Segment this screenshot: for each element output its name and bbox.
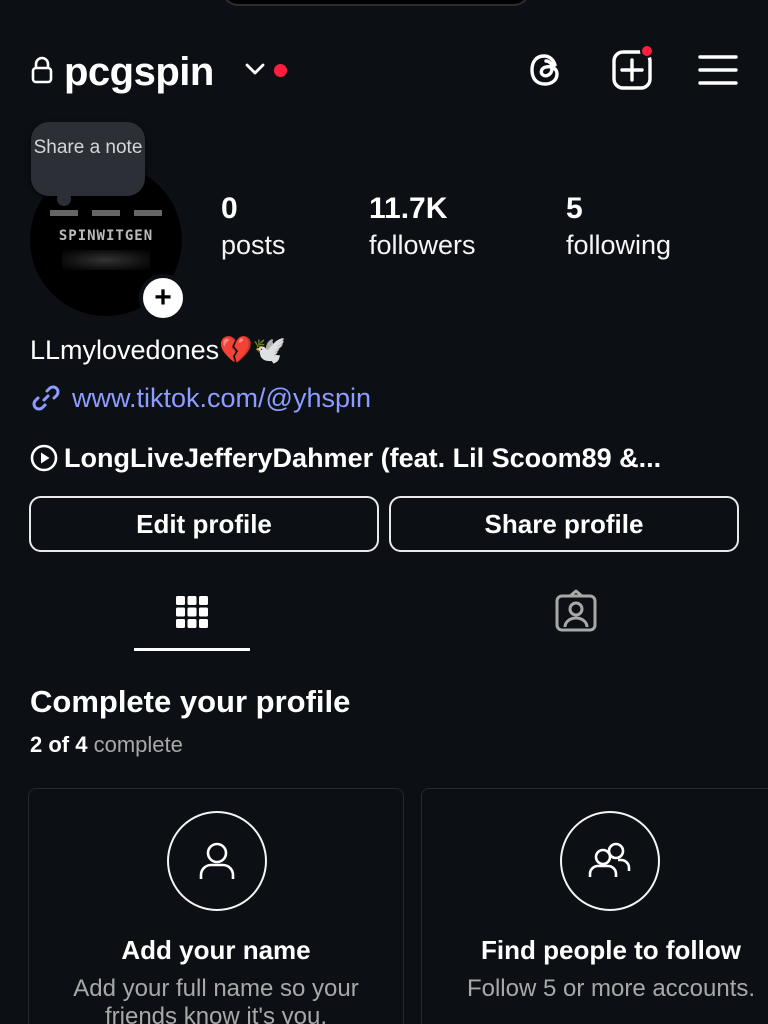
card-title: Find people to follow: [481, 935, 741, 965]
avatar-decoration: [62, 250, 150, 270]
avatar-text: SPINWITGEN: [58, 228, 154, 244]
profile-music[interactable]: LongLiveJefferyDahmer (feat. Lil Scoom89…: [30, 440, 661, 476]
posts-count: 0: [221, 192, 238, 225]
username-switcher[interactable]: pcgspin: [64, 50, 214, 95]
followers-count: 11.7K: [369, 192, 448, 225]
following-label: following: [566, 230, 672, 260]
card-description: Follow 5 or more accounts.: [466, 975, 756, 1002]
following-count: 5: [566, 192, 583, 225]
find-people-card[interactable]: Find people to follow Follow 5 or more a…: [421, 788, 768, 1024]
device-notch: [222, 0, 530, 6]
posts-label: posts: [221, 230, 286, 260]
grid-icon[interactable]: [166, 586, 218, 638]
play-circle-icon: [30, 444, 58, 472]
following-stat[interactable]: 5 following: [566, 192, 671, 261]
hamburger-menu-icon[interactable]: [696, 48, 740, 92]
card-title: Add your name: [121, 935, 311, 965]
active-tab-indicator: [134, 648, 250, 651]
edit-profile-button[interactable]: Edit profile: [29, 496, 379, 552]
add-name-card[interactable]: Add your name Add your full name so your…: [28, 788, 404, 1024]
progress-suffix: complete: [93, 732, 183, 757]
card-icon-circle: [560, 811, 660, 911]
bio-link-text[interactable]: www.tiktok.com/@yhspin: [72, 383, 371, 414]
link-icon: [32, 385, 60, 411]
share-note-bubble[interactable]: Share a note: [31, 122, 145, 206]
followers-stat[interactable]: 11.7K followers: [369, 192, 476, 261]
people-icon: [588, 842, 631, 877]
avatar-decoration: [50, 210, 162, 216]
bio-link[interactable]: www.tiktok.com/@yhspin: [30, 380, 371, 416]
progress-count: 2 of 4: [30, 732, 88, 757]
bio-name: LLmylovedones💔🕊️: [30, 335, 287, 365]
create-notification-dot: [640, 44, 654, 58]
music-title: LongLiveJefferyDahmer (feat. Lil Scoom89…: [64, 442, 662, 473]
card-description: Add your full name so your friends know …: [29, 975, 403, 1024]
chevron-down-icon[interactable]: [244, 60, 266, 78]
add-story-plus-icon[interactable]: +: [139, 274, 187, 322]
account-notification-dot: [274, 64, 287, 77]
posts-stat[interactable]: 0 posts: [221, 192, 286, 261]
threads-icon[interactable]: [524, 48, 568, 92]
card-description-line: friends know it's you.: [104, 1003, 327, 1024]
share-profile-button[interactable]: Share profile: [389, 496, 739, 552]
card-icon-circle: [167, 811, 267, 911]
card-description-line: Add your full name so your: [73, 975, 359, 1002]
complete-profile-progress: 2 of 4 complete: [30, 732, 183, 758]
profile-header: pcgspin: [0, 44, 768, 100]
complete-profile-title: Complete your profile: [30, 684, 351, 719]
tagged-icon[interactable]: [550, 586, 602, 638]
person-icon: [199, 842, 235, 879]
lock-icon: [31, 56, 53, 84]
followers-label: followers: [369, 230, 476, 260]
